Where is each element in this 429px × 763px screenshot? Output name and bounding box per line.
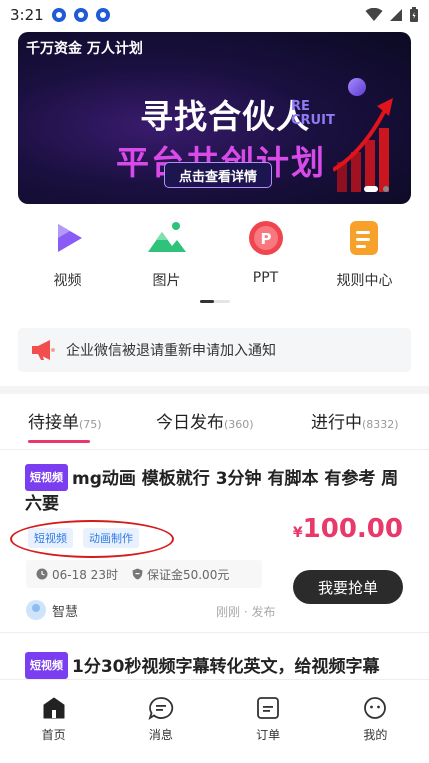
category-label: 图片 xyxy=(152,273,181,289)
category-pager xyxy=(200,300,230,303)
order-card[interactable]: 短视频 mg动画 模板就行 3分钟 有脚本 有参考 周六要 短视频 动画制作 ¥1… xyxy=(0,464,429,624)
notification-icon xyxy=(73,8,88,22)
clock-icon xyxy=(36,568,48,580)
section-divider xyxy=(0,386,429,394)
tab-label: 今日发布 xyxy=(156,413,224,433)
card-divider xyxy=(0,632,429,633)
category-rules[interactable]: 规则中心 xyxy=(315,214,414,290)
category-grid: 视频 图片 P PPT 规则中心 xyxy=(18,214,418,290)
avatar xyxy=(26,600,46,620)
tab-label: 进行中 xyxy=(311,413,362,433)
document-icon xyxy=(341,214,389,262)
category-badge: 短视频 xyxy=(25,464,68,491)
play-icon xyxy=(44,214,92,262)
notice-text: 企业微信被退请重新申请加入通知 xyxy=(66,343,276,359)
pagination-dot-active xyxy=(364,186,378,192)
nav-messages[interactable]: 消息 xyxy=(107,680,214,763)
home-icon xyxy=(43,697,65,719)
category-image[interactable]: 图片 xyxy=(117,214,216,290)
grab-order-button[interactable]: 我要抢单 xyxy=(293,570,403,604)
order-title-row: 短视频 mg动画 模板就行 3分钟 有脚本 有参考 周六要 xyxy=(25,464,404,517)
nav-label: 消息 xyxy=(148,728,173,742)
order-meta: 06-18 23时 保证金50.00元 xyxy=(26,560,262,588)
order-card[interactable]: 短视频 1分30秒视频字幕转化英文，给视频字幕 xyxy=(0,652,429,679)
order-title: mg动画 模板就行 3分钟 有脚本 有参考 周六要 xyxy=(25,469,399,514)
tab-count: (360) xyxy=(224,418,254,431)
order-title: 1分30秒视频字幕转化英文，给视频字幕 xyxy=(72,657,380,677)
ppt-icon: P xyxy=(242,214,290,262)
category-video[interactable]: 视频 xyxy=(18,214,117,290)
nav-profile[interactable]: 我的 xyxy=(322,680,429,763)
tab-label: 待接单 xyxy=(28,413,79,433)
banner-tag: 千万资金 万人计划 xyxy=(26,41,143,57)
category-label: 视频 xyxy=(53,273,82,289)
promo-banner[interactable]: 千万资金 万人计划 寻找合伙人 RE CRUIT 平台共创计划 点击查看详情 xyxy=(18,32,411,204)
tag-list: 短视频 动画制作 xyxy=(28,528,139,548)
app-screen: 3:21 千万资金 万人计划 寻找合伙人 RE CRUIT 平台共创计划 点击查… xyxy=(0,0,429,763)
nav-orders[interactable]: 订单 xyxy=(215,680,322,763)
nav-home[interactable]: 首页 xyxy=(0,680,107,763)
tab-in-progress[interactable]: 进行中(8332) xyxy=(311,408,399,433)
banner-headline: 寻找合伙人 xyxy=(140,97,310,136)
status-bar: 3:21 xyxy=(0,0,429,30)
publisher[interactable]: 智慧 xyxy=(26,600,78,620)
tab-pending[interactable]: 待接单(75) xyxy=(28,408,102,443)
deadline-text: 06-18 23时 xyxy=(52,567,118,582)
category-label: PPT xyxy=(252,270,279,286)
tag-chip: 动画制作 xyxy=(83,528,139,548)
pagination-dot xyxy=(383,186,389,192)
megaphone-icon xyxy=(32,340,55,360)
nav-label: 我的 xyxy=(363,728,388,742)
notification-icon xyxy=(95,8,110,22)
image-icon xyxy=(143,214,191,262)
category-label: 规则中心 xyxy=(336,273,393,289)
nav-label: 订单 xyxy=(256,728,281,742)
bottom-navigation: 首页 消息 订单 我的 xyxy=(0,679,429,763)
tab-count: (75) xyxy=(79,418,102,431)
shield-icon xyxy=(132,568,143,580)
category-ppt[interactable]: P PPT xyxy=(216,214,315,290)
notification-icon xyxy=(51,8,66,22)
banner-recruit: RE CRUIT xyxy=(291,99,335,128)
price-value: 100.00 xyxy=(302,514,403,544)
message-icon xyxy=(148,697,173,720)
signal-icon xyxy=(390,9,402,21)
status-time: 3:21 xyxy=(10,6,44,24)
svg-text:P: P xyxy=(260,230,271,248)
banner-cta-button[interactable]: 点击查看详情 xyxy=(164,162,272,188)
posted-time: 刚刚 · 发布 xyxy=(216,605,276,619)
banner-pagination xyxy=(364,186,389,192)
tab-active-indicator xyxy=(28,440,90,443)
deposit-text: 保证金50.00元 xyxy=(146,567,230,582)
deadline: 06-18 23时 xyxy=(36,566,118,583)
battery-icon xyxy=(410,7,418,22)
order-title-row: 短视频 1分30秒视频字幕转化英文，给视频字幕 xyxy=(25,652,404,679)
status-indicators xyxy=(365,7,419,23)
tab-today[interactable]: 今日发布(360) xyxy=(156,408,254,433)
profile-icon xyxy=(364,697,387,719)
wifi-icon xyxy=(365,8,383,21)
growth-chart-graphic xyxy=(333,98,393,192)
order-icon xyxy=(257,697,280,719)
currency-symbol: ¥ xyxy=(292,525,303,541)
tag-chip: 短视频 xyxy=(28,528,73,548)
nav-label: 首页 xyxy=(41,728,66,742)
publisher-name: 智慧 xyxy=(52,604,79,620)
order-tabs: 待接单(75) 今日发布(360) 进行中(8332) xyxy=(0,394,429,450)
deposit: 保证金50.00元 xyxy=(132,566,229,583)
order-price: ¥100.00 xyxy=(293,514,403,544)
tab-count: (8332) xyxy=(362,418,399,431)
notice-bar[interactable]: 企业微信被退请重新申请加入通知 xyxy=(18,328,411,372)
category-badge: 短视频 xyxy=(25,652,68,679)
